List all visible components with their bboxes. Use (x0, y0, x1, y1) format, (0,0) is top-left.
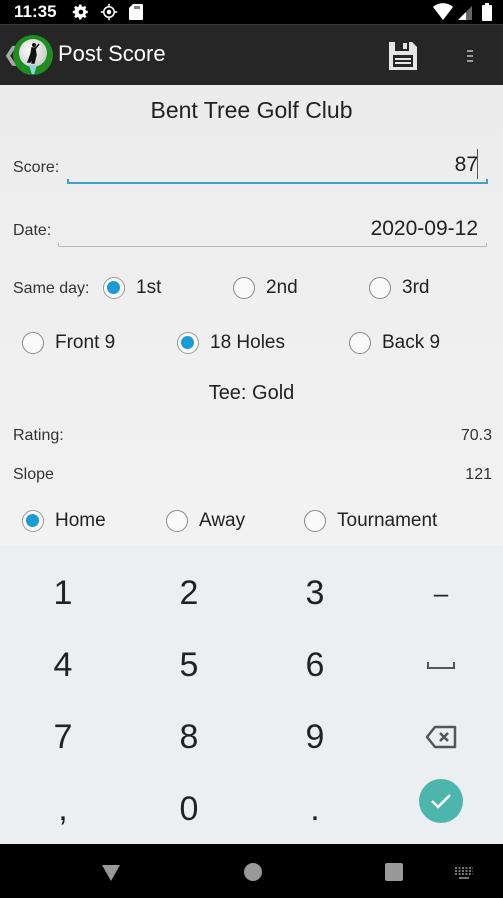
radio-label: 18 Holes (210, 332, 285, 353)
radio-same-day-3rd[interactable]: 3rd (369, 277, 429, 299)
club-name: Bent Tree Golf Club (150, 97, 353, 123)
sd-card-icon (129, 4, 143, 20)
back-icon[interactable] (101, 862, 121, 882)
key-1[interactable]: 1 (0, 557, 126, 629)
radio-label: Home (55, 510, 106, 531)
key-2[interactable]: 2 (126, 557, 252, 629)
status-time: 11:35 (14, 2, 57, 21)
radio-circle (369, 277, 391, 299)
radio-circle (177, 332, 199, 354)
space-icon (427, 662, 455, 669)
key-minus[interactable]: – (378, 557, 503, 629)
score-input[interactable]: 87 (67, 153, 478, 177)
radio-front-9[interactable]: Front 9 (22, 332, 115, 354)
key-8[interactable]: 8 (126, 701, 252, 773)
radio-tournament[interactable]: Tournament (304, 510, 437, 532)
backspace-icon (425, 725, 457, 749)
radio-label: Away (199, 510, 246, 531)
radio-circle (349, 332, 371, 354)
radio-circle (166, 510, 188, 532)
key-6[interactable]: 6 (252, 629, 378, 701)
radio-circle (304, 510, 326, 532)
radio-label: 1st (136, 277, 162, 298)
battery-icon (482, 3, 492, 21)
gear-icon (72, 4, 88, 20)
radio-away[interactable]: Away (166, 510, 245, 532)
radio-label: 3rd (402, 277, 430, 298)
score-input-underline (67, 179, 488, 184)
status-bar: 11:35 (0, 0, 503, 24)
rating-value: 70.3 (460, 427, 492, 444)
key-period[interactable]: . (252, 773, 378, 845)
radio-circle (22, 510, 44, 532)
slope-value: 121 (465, 466, 492, 483)
recents-icon[interactable] (384, 862, 404, 882)
rating-label: Rating: (13, 427, 64, 444)
signal-icon (458, 6, 472, 20)
key-done[interactable] (378, 765, 503, 837)
date-input[interactable]: 2020-09-12 (58, 217, 478, 241)
numeric-keyboard: 1 2 3 – 4 5 6 7 8 9 , 0 . (0, 545, 503, 844)
radio-circle (22, 332, 44, 354)
page-title: Post Score (58, 41, 166, 66)
home-icon[interactable] (243, 862, 263, 882)
same-day-label: Same day: (13, 280, 90, 297)
post-score-form: Bent Tree Golf Club Score: 87 Date: 2020… (0, 85, 503, 545)
app-bar: ❮ Post Score (0, 24, 503, 85)
key-9[interactable]: 9 (252, 701, 378, 773)
radio-label: Back 9 (382, 332, 441, 353)
radio-back-9[interactable]: Back 9 (349, 332, 440, 354)
golfer-icon (26, 43, 40, 64)
radio-home[interactable]: Home (22, 510, 106, 532)
overflow-menu-icon[interactable] (462, 45, 478, 67)
radio-label: 2nd (266, 277, 298, 298)
wifi-icon (433, 3, 453, 20)
radio-same-day-1st[interactable]: 1st (103, 277, 161, 299)
location-icon (100, 3, 118, 21)
key-comma[interactable]: , (0, 773, 126, 845)
key-space[interactable] (378, 629, 503, 701)
save-icon[interactable] (387, 40, 419, 72)
date-label: Date: (13, 222, 52, 239)
key-0[interactable]: 0 (126, 773, 252, 845)
text-cursor (477, 149, 478, 179)
radio-label: Front 9 (55, 332, 116, 353)
radio-circle (103, 277, 125, 299)
radio-circle (233, 277, 255, 299)
golf-ball-logo[interactable] (13, 35, 53, 75)
radio-label: Tournament (337, 510, 438, 531)
date-input-underline (58, 243, 487, 247)
slope-label: Slope (13, 466, 54, 483)
checkmark-done-icon (419, 779, 463, 823)
keyboard-switch-icon[interactable] (454, 866, 474, 880)
tee-label: Tee: Gold (208, 382, 295, 404)
key-4[interactable]: 4 (0, 629, 126, 701)
key-3[interactable]: 3 (252, 557, 378, 629)
radio-same-day-2nd[interactable]: 2nd (233, 277, 298, 299)
key-7[interactable]: 7 (0, 701, 126, 773)
radio-18-holes[interactable]: 18 Holes (177, 332, 285, 354)
system-nav-bar (0, 844, 503, 898)
key-backspace[interactable] (378, 701, 503, 773)
key-5[interactable]: 5 (126, 629, 252, 701)
score-label: Score: (13, 159, 60, 176)
